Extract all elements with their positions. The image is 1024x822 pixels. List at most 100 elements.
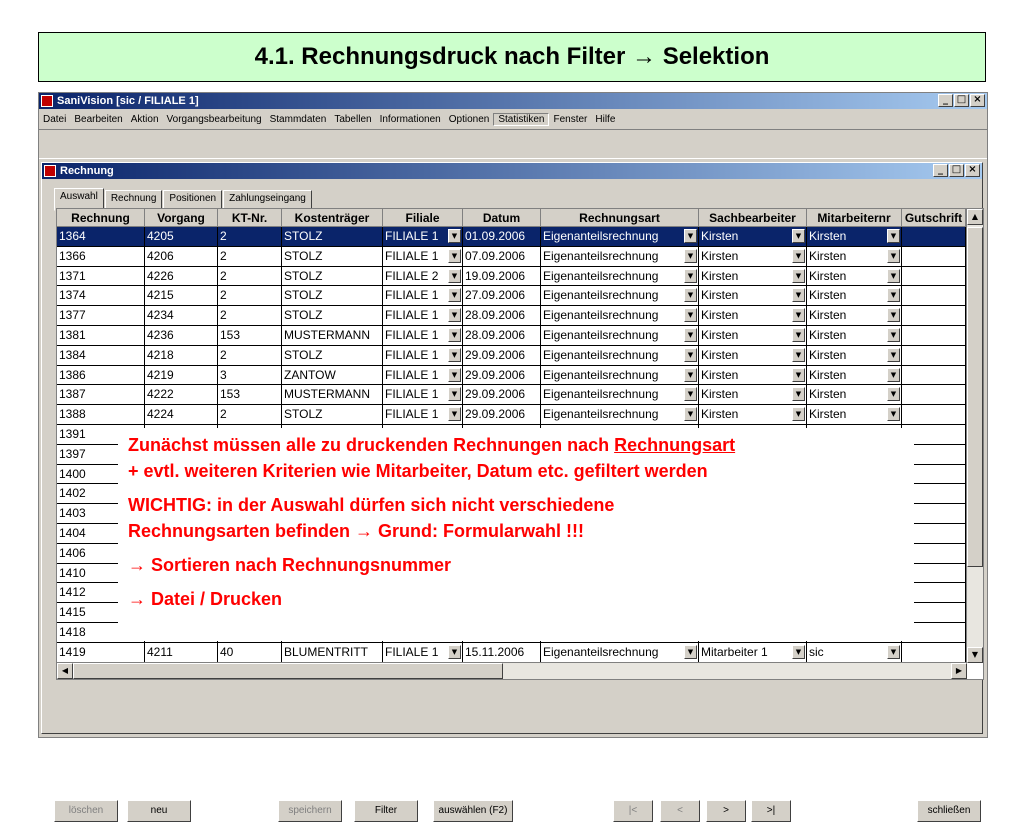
table-cell[interactable]: Kirsten ▼ [699, 345, 807, 365]
table-cell[interactable] [902, 345, 966, 365]
table-cell[interactable]: Kirsten ▼ [807, 286, 902, 306]
table-cell[interactable] [902, 306, 966, 325]
table-cell[interactable]: Kirsten ▼ [699, 227, 807, 246]
dropdown-arrow-icon[interactable]: ▼ [684, 407, 697, 422]
child-maximize-button[interactable]: □ [949, 164, 964, 177]
table-cell[interactable]: 3 [218, 365, 282, 385]
prev-record-button[interactable]: < [660, 800, 700, 822]
table-cell[interactable] [902, 365, 966, 385]
dropdown-arrow-icon[interactable]: ▼ [792, 268, 805, 283]
dropdown-arrow-icon[interactable]: ▼ [792, 407, 805, 422]
dropdown-arrow-icon[interactable]: ▼ [792, 327, 805, 342]
table-cell[interactable]: 1387 [57, 385, 145, 405]
column-header-2[interactable]: KT-Nr. [218, 209, 282, 227]
table-cell[interactable]: MUSTERMANN [282, 385, 383, 405]
table-cell[interactable]: 1386 [57, 365, 145, 385]
table-cell[interactable]: 01.09.2006 [463, 227, 541, 246]
table-cell[interactable]: Kirsten ▼ [807, 325, 902, 345]
dropdown-arrow-icon[interactable]: ▼ [792, 229, 805, 243]
dropdown-arrow-icon[interactable]: ▼ [684, 367, 697, 382]
table-row[interactable]: 1384 4218 2 STOLZ FILIALE 1 ▼ 29.09.2006 Eigena… [57, 345, 966, 366]
table-cell[interactable]: Kirsten ▼ [699, 365, 807, 385]
dropdown-arrow-icon[interactable]: ▼ [448, 229, 461, 243]
table-cell[interactable] [902, 325, 966, 345]
table-cell[interactable]: STOLZ [282, 306, 383, 325]
next-record-button[interactable]: > [706, 800, 746, 822]
table-cell[interactable]: 4218 [145, 345, 218, 365]
table-cell[interactable]: Mitarbeiter 1 ▼ [699, 642, 807, 662]
select-button[interactable]: auswählen (F2) [433, 800, 513, 822]
table-cell[interactable]: 1371 [57, 266, 145, 286]
table-cell[interactable]: Eigenanteilsrechnung ▼ [541, 227, 699, 246]
table-cell[interactable]: 29.09.2006 [463, 345, 541, 365]
table-cell[interactable]: Kirsten ▼ [699, 325, 807, 345]
table-cell[interactable]: Eigenanteilsrechnung ▼ [541, 642, 699, 662]
column-header-6[interactable]: Rechnungsart [541, 209, 699, 227]
table-cell[interactable]: 2 [218, 405, 282, 424]
dropdown-arrow-icon[interactable]: ▼ [448, 407, 461, 422]
table-cell[interactable]: Eigenanteilsrechnung ▼ [541, 286, 699, 306]
table-cell[interactable]: 1419 [57, 642, 145, 662]
table-row[interactable]: 1387 4222 153 MUSTERMANN FILIALE 1 ▼ 29.09.200… [57, 385, 966, 406]
table-cell[interactable]: MUSTERMANN [282, 325, 383, 345]
table-cell[interactable]: Kirsten ▼ [699, 266, 807, 286]
close-button[interactable]: × [970, 94, 985, 107]
table-cell[interactable]: Eigenanteilsrechnung ▼ [541, 325, 699, 345]
table-cell[interactable]: FILIALE 1 ▼ [383, 642, 463, 662]
column-header-3[interactable]: Kostenträger [282, 209, 383, 227]
menu-item-hilfe[interactable]: Hilfe [591, 114, 619, 125]
table-row[interactable]: 1419 4211 40 BLUMENTRITT FILIALE 1 ▼ 15.11.200… [57, 642, 966, 663]
dropdown-arrow-icon[interactable]: ▼ [887, 248, 900, 263]
child-close-button[interactable]: × [965, 164, 980, 177]
tab-zahlungseingang[interactable]: Zahlungseingang [223, 190, 312, 210]
table-cell[interactable]: 2 [218, 227, 282, 246]
table-cell[interactable]: 153 [218, 325, 282, 345]
dropdown-arrow-icon[interactable]: ▼ [887, 367, 900, 382]
dropdown-arrow-icon[interactable]: ▼ [684, 308, 697, 323]
dropdown-arrow-icon[interactable]: ▼ [684, 644, 697, 659]
table-cell[interactable]: STOLZ [282, 286, 383, 306]
table-cell[interactable]: 40 [218, 642, 282, 662]
dropdown-arrow-icon[interactable]: ▼ [887, 327, 900, 342]
table-row[interactable]: 1371 4226 2 STOLZ FILIALE 2 ▼ 19.09.2006 Eigena… [57, 266, 966, 287]
column-header-8[interactable]: Mitarbeiternr [807, 209, 902, 227]
table-cell[interactable]: FILIALE 1 ▼ [383, 405, 463, 424]
table-cell[interactable]: 2 [218, 286, 282, 306]
column-header-1[interactable]: Vorgang [145, 209, 218, 227]
table-cell[interactable]: 2 [218, 266, 282, 286]
table-cell[interactable]: Eigenanteilsrechnung ▼ [541, 345, 699, 365]
child-minimize-button[interactable]: _ [933, 164, 948, 177]
table-cell[interactable] [902, 385, 966, 405]
dropdown-arrow-icon[interactable]: ▼ [792, 288, 805, 303]
table-cell[interactable]: FILIALE 1 ▼ [383, 365, 463, 385]
table-cell[interactable]: 19.09.2006 [463, 266, 541, 286]
dropdown-arrow-icon[interactable]: ▼ [448, 288, 461, 303]
table-cell[interactable]: Kirsten ▼ [807, 365, 902, 385]
dropdown-arrow-icon[interactable]: ▼ [684, 288, 697, 303]
table-cell[interactable]: Kirsten ▼ [807, 227, 902, 246]
column-header-5[interactable]: Datum [463, 209, 541, 227]
table-cell[interactable]: FILIALE 2 ▼ [383, 266, 463, 286]
table-cell[interactable]: Kirsten ▼ [807, 345, 902, 365]
table-cell[interactable]: Eigenanteilsrechnung ▼ [541, 246, 699, 266]
dropdown-arrow-icon[interactable]: ▼ [448, 248, 461, 263]
table-cell[interactable]: 1377 [57, 306, 145, 325]
table-cell[interactable]: FILIALE 1 ▼ [383, 325, 463, 345]
table-cell[interactable]: FILIALE 1 ▼ [383, 286, 463, 306]
table-cell[interactable]: Kirsten ▼ [699, 246, 807, 266]
horizontal-scroll-thumb[interactable] [73, 663, 503, 679]
table-cell[interactable]: 1381 [57, 325, 145, 345]
table-cell[interactable]: 4222 [145, 385, 218, 405]
table-cell[interactable]: 4234 [145, 306, 218, 325]
table-row[interactable]: 1374 4215 2 STOLZ FILIALE 1 ▼ 27.09.2006 Eigena… [57, 286, 966, 307]
vertical-scrollbar[interactable]: ▲ ▼ [966, 209, 983, 663]
table-cell[interactable]: STOLZ [282, 227, 383, 246]
delete-button[interactable]: löschen [54, 800, 118, 822]
filter-button[interactable]: Filter [354, 800, 418, 822]
tab-positionen[interactable]: Positionen [163, 190, 223, 210]
dropdown-arrow-icon[interactable]: ▼ [684, 248, 697, 263]
new-button[interactable]: neu [127, 800, 191, 822]
table-cell[interactable]: 2 [218, 345, 282, 365]
menu-item-tabellen[interactable]: Tabellen [330, 114, 375, 125]
menu-item-vorgangsbearbeitung[interactable]: Vorgangsbearbeitung [163, 114, 266, 125]
